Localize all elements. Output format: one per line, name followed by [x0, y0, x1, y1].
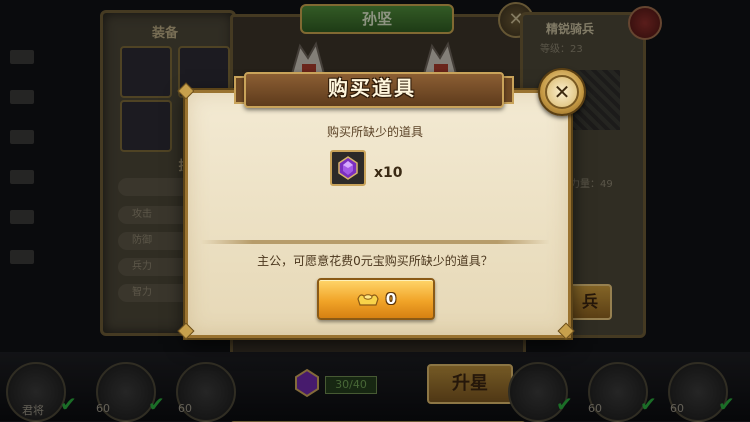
dialog-title: 购买道具: [328, 76, 416, 100]
gold-ingot-icon: [357, 294, 379, 306]
purchase-question: 主公，可愿意花费0元宝购买所缺少的道具？: [257, 254, 493, 268]
dialog-subtitle: 购买所缺少的道具: [326, 125, 423, 139]
dialog-divider: [200, 240, 550, 244]
close-icon: ✕: [545, 75, 579, 109]
item-slot[interactable]: [330, 150, 366, 186]
buy-button[interactable]: 0: [317, 278, 435, 320]
purple-gem-icon: [338, 156, 358, 180]
buy-button-label: 0: [385, 290, 397, 308]
close-button[interactable]: ✕: [538, 68, 586, 116]
item-quantity: x10: [374, 165, 403, 181]
